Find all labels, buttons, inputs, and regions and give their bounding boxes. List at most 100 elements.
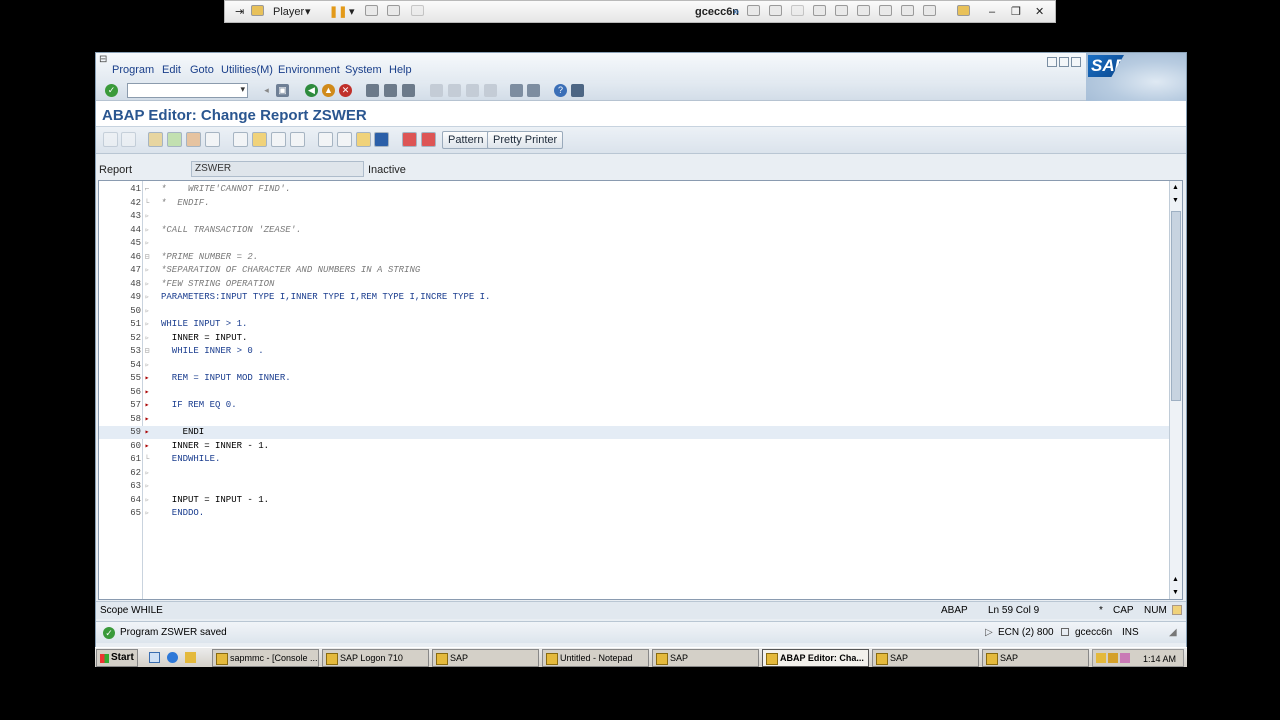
code-line[interactable]: 55 ▸ REM = INPUT MOD INNER.: [99, 372, 1169, 385]
code-line[interactable]: 52 ▹ INNER = INPUT.: [99, 332, 1169, 345]
code-line[interactable]: 56 ▸: [99, 386, 1169, 399]
code-line[interactable]: 44 ▹ *CALL TRANSACTION 'ZEASE'.: [99, 224, 1169, 237]
shortcut-icon[interactable]: [527, 84, 540, 97]
help-icon[interactable]: ?: [554, 84, 567, 97]
enter-icon[interactable]: ✓: [105, 84, 118, 97]
restore-icon[interactable]: ❐: [1011, 5, 1021, 19]
close-icon[interactable]: ✕: [1035, 5, 1044, 19]
breakpoint-icon[interactable]: [356, 132, 371, 147]
where-used-icon[interactable]: [252, 132, 267, 147]
code-line[interactable]: 51 ▹ WHILE INPUT > 1.: [99, 318, 1169, 331]
print-icon[interactable]: [366, 84, 379, 97]
other-object-icon[interactable]: [167, 132, 182, 147]
maximize-icon[interactable]: [1059, 57, 1069, 67]
code-line[interactable]: 41 ⌐ * WRITE'CANNOT FIND'.: [99, 183, 1169, 196]
code-line[interactable]: 50 ▹: [99, 305, 1169, 318]
menu-utilities[interactable]: Utilities(M): [221, 64, 273, 76]
check-icon[interactable]: [186, 132, 201, 147]
scroll-thumb[interactable]: [1171, 211, 1181, 401]
unity-icon[interactable]: [411, 5, 424, 19]
code-line[interactable]: 54 ▹: [99, 359, 1169, 372]
stack-icon[interactable]: [337, 132, 352, 147]
code-line[interactable]: 53 ⊟ WHILE INNER > 0 .: [99, 345, 1169, 358]
cancel-icon[interactable]: ✕: [339, 84, 352, 97]
minimize-icon[interactable]: [1047, 57, 1057, 67]
pause-icon[interactable]: ❚❚: [329, 5, 347, 19]
taskbar-item[interactable]: SAP: [652, 649, 759, 667]
code-line[interactable]: 45 ▹: [99, 237, 1169, 250]
code-line[interactable]: 58 ▸: [99, 413, 1169, 426]
new-session-icon[interactable]: [510, 84, 523, 97]
bluetooth-icon[interactable]: [901, 5, 914, 19]
code-line[interactable]: 64 ▹ INPUT = INPUT - 1.: [99, 494, 1169, 507]
quick-launch-icon[interactable]: [185, 652, 196, 663]
code-line[interactable]: 59 ▸ ENDI: [99, 426, 1169, 439]
pattern-button[interactable]: Pattern: [442, 131, 490, 149]
resize-grip-icon[interactable]: ◢: [1169, 627, 1177, 638]
code-line[interactable]: 42 └ * ENDIF.: [99, 197, 1169, 210]
message-log-icon[interactable]: [957, 5, 970, 19]
minimize-icon[interactable]: –: [989, 5, 995, 19]
device-icon[interactable]: [879, 5, 892, 19]
set-breakpoint-icon[interactable]: [402, 132, 417, 147]
menu-edit[interactable]: Edit: [162, 64, 181, 76]
send-keys-icon[interactable]: [365, 5, 378, 19]
menu-help[interactable]: Help: [389, 64, 412, 76]
dropdown-icon[interactable]: ▾: [240, 84, 245, 95]
tray-icon[interactable]: [1120, 653, 1130, 663]
taskbar-item[interactable]: SAP Logon 710: [322, 649, 429, 667]
device-icon[interactable]: [791, 5, 804, 19]
navigation-icon[interactable]: [290, 132, 305, 147]
device-icon[interactable]: [835, 5, 848, 19]
code-line[interactable]: 49 ▹ PARAMETERS:INPUT TYPE I,INNER TYPE I,…: [99, 291, 1169, 304]
device-icon[interactable]: [923, 5, 936, 19]
fullscreen-icon[interactable]: [387, 5, 400, 19]
close-icon[interactable]: [1071, 57, 1081, 67]
tray-icon[interactable]: [1108, 653, 1118, 663]
device-icon[interactable]: [769, 5, 782, 19]
scroll-up-icon[interactable]: ▲: [1172, 184, 1179, 191]
display-change-icon[interactable]: [148, 132, 163, 147]
start-button[interactable]: Start: [96, 649, 138, 667]
code-line[interactable]: 65 ▹ ENDDO.: [99, 507, 1169, 520]
object-list-icon[interactable]: [271, 132, 286, 147]
menu-environment[interactable]: Environment: [278, 64, 340, 76]
code-line[interactable]: 57 ▸ IF REM EQ 0.: [99, 399, 1169, 412]
code-line[interactable]: 47 ▹ *SEPARATION OF CHARACTER AND NUMBERS …: [99, 264, 1169, 277]
find-next-icon[interactable]: [402, 84, 415, 97]
find-icon[interactable]: [384, 84, 397, 97]
hierarchy-icon[interactable]: [318, 132, 333, 147]
chevron-down-icon[interactable]: ▾: [305, 5, 311, 19]
collapse-icon[interactable]: ⊟: [142, 345, 152, 358]
code-line[interactable]: 61 └ ENDWHILE.: [99, 453, 1169, 466]
code-line[interactable]: 46 ⊟ *PRIME NUMBER = 2.: [99, 251, 1169, 264]
expand-status-icon[interactable]: ▷: [985, 627, 993, 638]
activate-icon[interactable]: [205, 132, 220, 147]
taskbar-item[interactable]: Untitled - Notepad: [542, 649, 649, 667]
taskbar-item[interactable]: SAP: [982, 649, 1089, 667]
pretty-printer-button[interactable]: Pretty Printer: [487, 131, 564, 149]
taskbar-item-active[interactable]: ABAP Editor: Cha...: [762, 649, 869, 667]
code-line[interactable]: 60 ▸ INNER = INNER - 1.: [99, 440, 1169, 453]
collapse-icon[interactable]: ⊟: [142, 251, 152, 264]
taskbar-item[interactable]: SAP: [432, 649, 539, 667]
menu-goto[interactable]: Goto: [190, 64, 214, 76]
device-icon[interactable]: [747, 5, 760, 19]
scroll-bottom-icon[interactable]: ▲: [1172, 576, 1179, 583]
vertical-scrollbar[interactable]: ▲ ▼ ▲ ▼: [1169, 181, 1182, 599]
chevron-down-icon[interactable]: ▾: [349, 5, 355, 19]
layout-menu-icon[interactable]: [571, 84, 584, 97]
pin-icon[interactable]: ⇥: [235, 5, 244, 19]
code-line[interactable]: 63 ▹: [99, 480, 1169, 493]
player-menu[interactable]: Player: [273, 5, 304, 19]
scroll-down-icon[interactable]: ▼: [1172, 589, 1179, 596]
tray-icon[interactable]: [1096, 653, 1106, 663]
command-field[interactable]: ▾: [127, 83, 248, 98]
info-icon[interactable]: [374, 132, 389, 147]
code-line[interactable]: 62 ▹: [99, 467, 1169, 480]
save-icon[interactable]: ▣: [276, 84, 289, 97]
exit-icon[interactable]: ▲: [322, 84, 335, 97]
code-line[interactable]: 48 ▹ *FEW STRING OPERATION: [99, 278, 1169, 291]
device-icon[interactable]: [813, 5, 826, 19]
menu-program[interactable]: Program: [112, 64, 154, 76]
